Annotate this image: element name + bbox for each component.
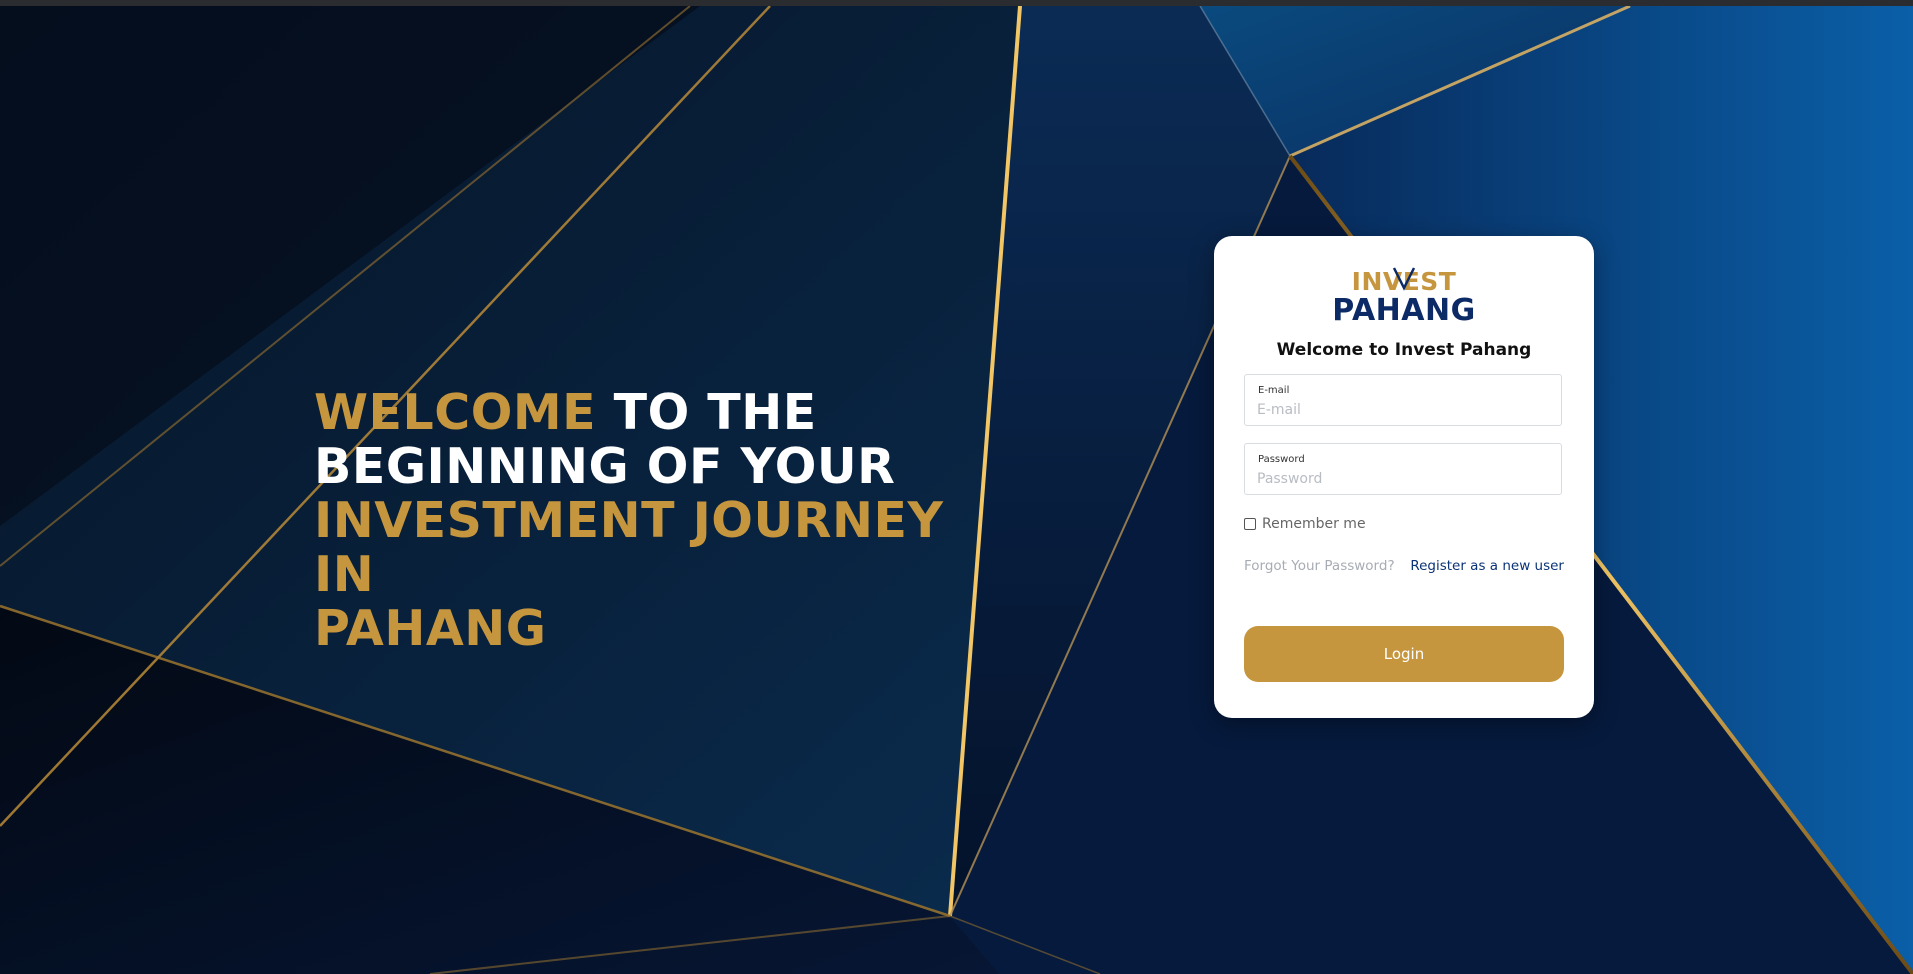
hero-line-pahang: PAHANG (314, 600, 547, 657)
forgot-password-link[interactable]: Forgot Your Password? (1244, 558, 1395, 574)
password-input[interactable] (1257, 470, 1547, 488)
remember-me-checkbox[interactable] (1244, 518, 1256, 530)
hero-headline: WELCOME TO THE BEGINNING OF YOUR INVESTM… (314, 386, 994, 656)
email-label: E-mail (1258, 385, 1290, 396)
hero-line-beginning: BEGINNING OF YOUR (314, 438, 896, 495)
password-label: Password (1258, 454, 1305, 465)
invest-pahang-logo: INVEST PAHANG (1332, 267, 1476, 326)
login-button[interactable]: Login (1244, 626, 1564, 682)
login-page: WELCOME TO THE BEGINNING OF YOUR INVESTM… (0, 0, 1913, 974)
hero-text-to-the: TO THE (596, 384, 817, 441)
logo-invest-text: INVEST (1352, 267, 1457, 296)
remember-me-label[interactable]: Remember me (1262, 516, 1366, 532)
hero-word-welcome: WELCOME (314, 384, 597, 441)
logo-pahang-text: PAHANG (1332, 293, 1476, 326)
email-field[interactable]: E-mail (1244, 374, 1562, 426)
password-field[interactable]: Password (1244, 443, 1562, 495)
email-input[interactable] (1257, 401, 1547, 419)
login-title: Welcome to Invest Pahang (1276, 340, 1532, 360)
login-card: INVEST PAHANG Welcome to Invest Pahang E… (1214, 236, 1594, 718)
register-link[interactable]: Register as a new user (1410, 558, 1564, 574)
remember-me-row[interactable]: Remember me (1244, 516, 1366, 532)
hero-line-investment-journey: INVESTMENT JOURNEY IN (314, 492, 944, 603)
